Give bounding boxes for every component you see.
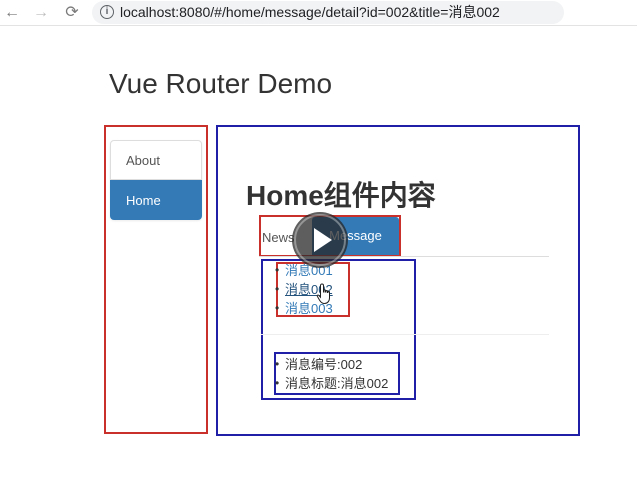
play-video-icon[interactable] xyxy=(292,212,348,268)
back-arrow-icon[interactable]: ← xyxy=(2,3,22,23)
forward-arrow-icon[interactable]: → xyxy=(31,3,51,23)
page-title: Vue Router Demo xyxy=(109,68,333,99)
url-text[interactable]: localhost:8080/#/home/message/detail?id=… xyxy=(120,4,500,21)
hand-cursor-icon xyxy=(316,283,334,310)
tab-news[interactable]: News xyxy=(262,230,295,245)
home-heading: Home组件内容 xyxy=(246,180,436,211)
detail-title: 消息标题:消息002 xyxy=(275,374,388,393)
browser-toolbar: ← → ⟳ i localhost:8080/#/home/message/de… xyxy=(0,0,637,26)
reload-icon[interactable]: ⟳ xyxy=(62,3,82,23)
address-bar[interactable]: i localhost:8080/#/home/message/detail?i… xyxy=(92,1,564,24)
message-detail: 消息编号:002 消息标题:消息002 xyxy=(275,355,388,393)
section-divider xyxy=(261,334,549,335)
detail-id: 消息编号:002 xyxy=(275,355,388,374)
info-icon[interactable]: i xyxy=(100,5,114,19)
sidebar-nav: About Home xyxy=(110,140,202,220)
sidebar-item-home[interactable]: Home xyxy=(110,180,202,220)
sidebar-item-about[interactable]: About xyxy=(110,140,202,180)
